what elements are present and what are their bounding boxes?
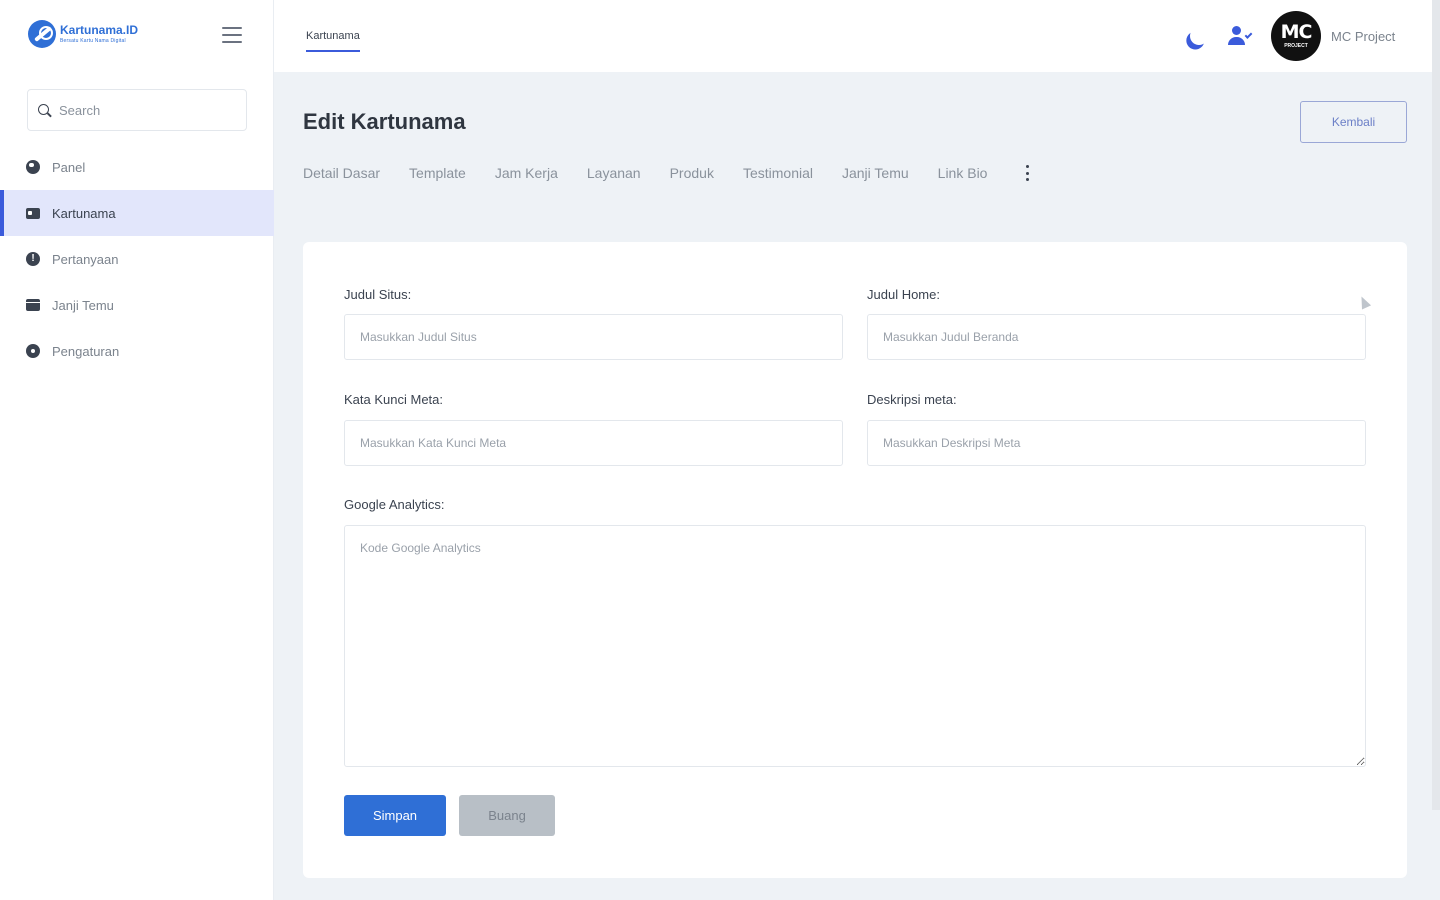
user-check-icon[interactable] [1228,26,1253,46]
globe-icon [26,160,40,174]
more-vertical-icon[interactable] [1026,165,1030,181]
tab-testimonial[interactable]: Testimonial [743,165,813,181]
brand-tagline: Bersatu Kartu Nama Digital [60,38,126,44]
topbar: Kartunama MC PROJECT MC Project [274,0,1440,72]
tab-jam-kerja[interactable]: Jam Kerja [495,165,558,181]
brand-name: Kartunama.ID [60,23,139,37]
google-analytics-textarea[interactable] [344,525,1366,767]
avatar-monogram: MC [1280,21,1313,43]
sidebar-item-janji-temu[interactable]: Janji Temu [0,282,274,328]
card-icon [26,207,40,219]
sidebar-item-label: Pertanyaan [52,251,119,267]
gear-icon [26,344,40,358]
discard-button[interactable]: Buang [459,795,555,836]
tab-layanan[interactable]: Layanan [587,165,641,181]
sidebar-item-pengaturan[interactable]: Pengaturan [0,328,274,374]
kata-kunci-meta-input[interactable] [344,420,843,466]
save-button[interactable]: Simpan [344,795,446,836]
calendar-icon [26,299,40,311]
tab-janji-temu[interactable]: Janji Temu [842,165,909,181]
sidebar-search [27,89,247,131]
judul-situs-input[interactable] [344,314,843,360]
sidebar-item-label: Panel [52,159,86,175]
kata-kunci-meta-label: Kata Kunci Meta: [344,392,443,407]
seo-form-card: Judul Situs: Judul Home: Kata Kunci Meta… [303,242,1407,878]
sidebar-nav: Panel Kartunama ! Pertanyaan Janji Temu … [0,144,274,374]
tab-produk[interactable]: Produk [670,165,714,181]
avatar[interactable]: MC PROJECT [1271,11,1321,61]
user-name[interactable]: MC Project [1331,29,1395,44]
deskripsi-meta-input[interactable] [867,420,1366,466]
brand-logo[interactable]: Kartunama.ID Bersatu Kartu Nama Digital [28,20,138,48]
tab-detail-dasar[interactable]: Detail Dasar [303,165,380,181]
back-button[interactable]: Kembali [1300,101,1407,143]
hamburger-menu-icon[interactable] [222,27,242,43]
section-tabs: Detail Dasar Template Jam Kerja Layanan … [303,165,1030,181]
brand-mark-icon [28,20,56,48]
judul-situs-label: Judul Situs: [344,287,412,302]
page-scrollbar[interactable] [1432,0,1440,810]
search-input[interactable] [59,102,229,118]
avatar-subtext: PROJECT [1284,43,1308,49]
judul-home-input[interactable] [867,314,1366,360]
brand-text: Kartunama.ID Bersatu Kartu Nama Digital [60,24,138,44]
dark-mode-moon-icon[interactable] [1187,24,1210,47]
sidebar: Kartunama.ID Bersatu Kartu Nama Digital … [0,0,274,900]
question-icon: ! [26,252,40,266]
sidebar-item-label: Pengaturan [52,343,120,359]
page-title: Edit Kartunama [303,109,466,134]
sidebar-item-panel[interactable]: Panel [0,144,274,190]
google-analytics-label: Google Analytics: [344,497,445,512]
judul-home-label: Judul Home: [867,287,940,302]
tab-link-bio[interactable]: Link Bio [938,165,988,181]
tab-template[interactable]: Template [409,165,466,181]
deskripsi-meta-label: Deskripsi meta: [867,392,957,407]
sidebar-item-label: Kartunama [52,205,116,221]
sidebar-item-pertanyaan[interactable]: ! Pertanyaan [0,236,274,282]
sidebar-item-label: Janji Temu [52,297,114,313]
tab-kartunama[interactable]: Kartunama [306,30,360,52]
sidebar-item-kartunama[interactable]: Kartunama [0,190,274,236]
search-icon [38,103,51,117]
